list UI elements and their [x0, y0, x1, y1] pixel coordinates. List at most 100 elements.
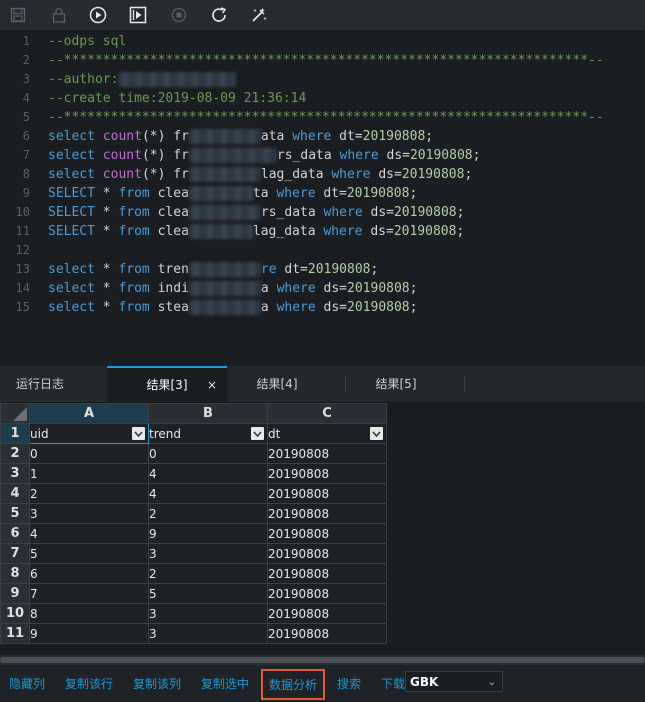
table-cell[interactable]: 2 — [148, 563, 268, 584]
lock-icon[interactable] — [49, 5, 69, 25]
run-selected-icon[interactable] — [128, 5, 148, 25]
code-text: rs_data — [276, 148, 340, 163]
table-cell[interactable]: 7 — [29, 583, 149, 604]
line-number: 15 — [15, 300, 30, 314]
row-header[interactable]: 4 — [0, 483, 30, 504]
line-number: 11 — [15, 224, 30, 238]
download-link[interactable]: 下载 — [381, 675, 405, 692]
row-header[interactable]: 5 — [0, 503, 30, 524]
table-cell[interactable]: 6 — [29, 563, 149, 584]
table-cell[interactable]: 0 — [29, 443, 149, 464]
field-name: trend — [149, 426, 181, 441]
table-cell[interactable]: 20190808 — [267, 583, 387, 604]
column-header[interactable]: A — [29, 403, 149, 424]
keyword: re — [260, 262, 277, 277]
code-text: clea — [149, 205, 189, 220]
code-line-10: SELECT * from clea rs_data where ds=20190… — [48, 203, 464, 222]
run-icon[interactable] — [88, 5, 108, 25]
number-literal: 20190808 — [347, 300, 410, 315]
table-cell[interactable]: 2 — [29, 483, 149, 504]
line-number: 3 — [22, 72, 30, 86]
chevron-down-icon: ⌄ — [487, 677, 496, 688]
table-cell[interactable]: uid — [29, 423, 149, 444]
data-analysis-link[interactable]: 数据分析 — [261, 669, 326, 700]
column-header[interactable]: B — [148, 403, 268, 424]
hide-column-link[interactable]: 隐藏列 — [9, 675, 45, 692]
stop-icon[interactable] — [169, 5, 189, 25]
keyword: from — [118, 205, 150, 220]
grid-corner[interactable] — [0, 403, 30, 424]
table-cell[interactable]: 20190808 — [267, 443, 387, 464]
table-cell[interactable]: 9 — [148, 523, 268, 544]
row-header[interactable]: 9 — [0, 583, 30, 604]
table-cell[interactable]: 3 — [148, 623, 268, 644]
row-header[interactable]: 2 — [0, 443, 30, 464]
code-line-9: SELECT * from clea ta where dt=20190808; — [48, 184, 417, 203]
search-link[interactable]: 搜索 — [337, 675, 361, 692]
row-header[interactable]: 11 — [0, 623, 30, 644]
tab-run-log[interactable]: 运行日志 — [0, 366, 80, 402]
table-cell[interactable]: 20190808 — [267, 603, 387, 624]
table-cell[interactable]: 8 — [29, 603, 149, 624]
function: count — [94, 129, 142, 144]
chevron-down-icon[interactable] — [251, 427, 264, 440]
table-cell[interactable]: 9 — [29, 623, 149, 644]
row-header[interactable]: 10 — [0, 603, 30, 624]
row-header[interactable]: 6 — [0, 523, 30, 544]
chevron-down-icon[interactable] — [370, 427, 383, 440]
row-header[interactable]: 8 — [0, 563, 30, 584]
table-cell[interactable]: 5 — [148, 583, 268, 604]
table-cell[interactable]: 3 — [148, 543, 268, 564]
table-cell[interactable]: 20190808 — [267, 463, 387, 484]
field-name: dt — [268, 426, 281, 441]
table-cell[interactable]: 20190808 — [267, 563, 387, 584]
table-cell[interactable]: 2 — [148, 503, 268, 524]
code-line-5: --**************************************… — [48, 110, 604, 125]
tab-result-3[interactable]: 结果[3] × — [107, 366, 227, 402]
table-cell[interactable]: dt — [267, 423, 387, 444]
close-icon[interactable]: × — [207, 368, 217, 402]
table-cell[interactable]: 4 — [148, 463, 268, 484]
horizontal-scrollbar[interactable] — [0, 655, 645, 665]
keyword: where — [276, 186, 316, 201]
row-header[interactable]: 7 — [0, 543, 30, 564]
chevron-down-icon[interactable] — [132, 427, 145, 440]
table-cell[interactable]: trend — [148, 423, 268, 444]
encoding-select[interactable]: GBK ⌄ — [405, 671, 503, 692]
table-cell[interactable]: 0 — [148, 443, 268, 464]
table-cell[interactable]: 20190808 — [267, 503, 387, 524]
scrollbar-thumb[interactable] — [0, 657, 645, 663]
code-text: * — [94, 224, 119, 239]
copy-selection-link[interactable]: 复制选中 — [201, 675, 249, 692]
table-cell[interactable]: 20190808 — [267, 483, 387, 504]
refresh-icon[interactable] — [209, 5, 229, 25]
table-cell[interactable]: 3 — [29, 503, 149, 524]
tab-result-5[interactable]: 结果[5] — [346, 366, 446, 402]
table-cell[interactable]: 20190808 — [267, 623, 387, 644]
table-cell[interactable]: 4 — [148, 483, 268, 504]
table-cell[interactable]: 20190808 — [267, 523, 387, 544]
format-icon[interactable] — [249, 5, 269, 25]
table-row: 2 0 0 20190808 — [0, 443, 387, 464]
keyword: where — [276, 300, 316, 315]
copy-column-link[interactable]: 复制该列 — [133, 675, 181, 692]
table-cell[interactable]: 20190808 — [267, 543, 387, 564]
copy-row-link[interactable]: 复制该行 — [65, 675, 113, 692]
save-icon[interactable] — [8, 5, 28, 25]
row-header[interactable]: 1 — [0, 423, 30, 444]
sql-editor[interactable]: 1 2 3 4 5 6 7 8 9 10 11 12 13 14 15 --od… — [0, 31, 645, 366]
table-cell[interactable]: 5 — [29, 543, 149, 564]
table-row: 5 3 2 20190808 — [0, 503, 387, 524]
result-action-bar: 隐藏列 复制该行 复制该列 复制选中 数据分析 搜索 下载 GBK ⌄ — [0, 665, 645, 702]
keyword: select — [48, 281, 95, 296]
code-text: lag_data — [260, 167, 332, 182]
number-literal: 20190808 — [393, 205, 457, 220]
code-text: stea — [149, 300, 189, 315]
table-cell[interactable]: 4 — [29, 523, 149, 544]
column-header[interactable]: C — [267, 403, 387, 424]
table-cell[interactable]: 1 — [29, 463, 149, 484]
row-header[interactable]: 3 — [0, 463, 30, 484]
tab-result-4[interactable]: 结果[4] — [227, 366, 327, 402]
code-text: * — [94, 300, 119, 315]
table-cell[interactable]: 3 — [148, 603, 268, 624]
